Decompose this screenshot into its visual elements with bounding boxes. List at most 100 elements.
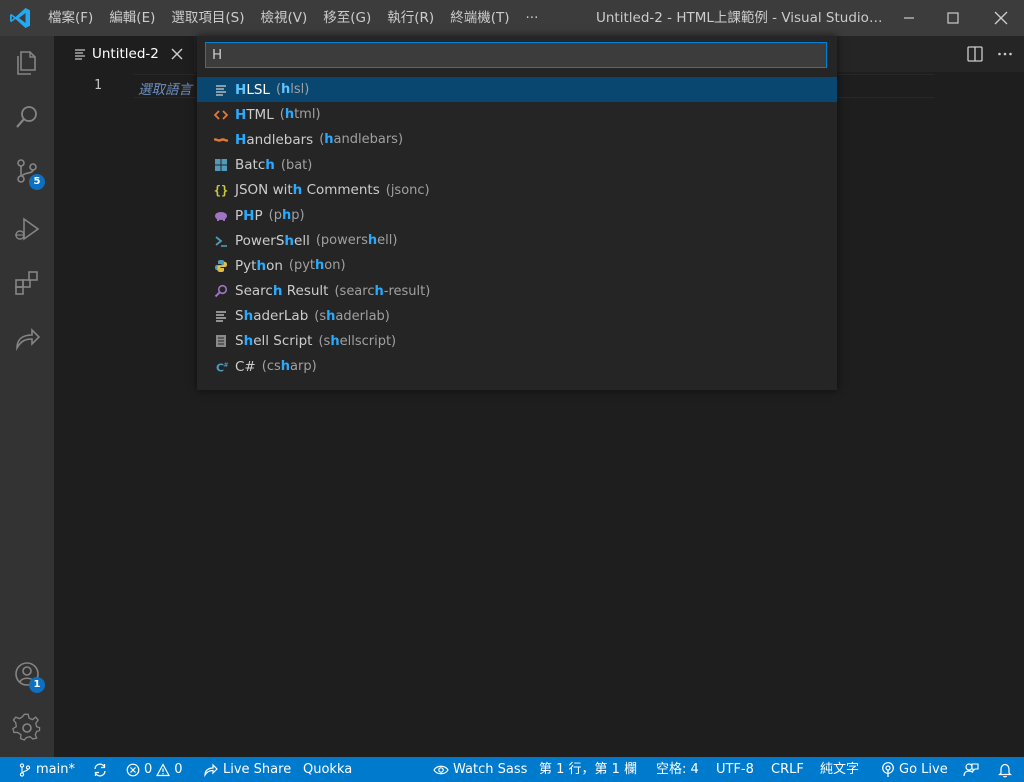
split-editor-icon[interactable] [967, 46, 983, 62]
menu-run[interactable]: 執行(R) [379, 0, 442, 36]
branch-status[interactable]: main* [18, 757, 75, 782]
editor-placeholder: 選取語言 [138, 82, 192, 98]
quick-pick-item[interactable]: HTML (html) [197, 102, 837, 127]
quick-pick-item-label: C# [235, 358, 256, 375]
watch-sass-status[interactable]: Watch Sass [433, 757, 527, 782]
maximize-button[interactable] [930, 0, 976, 36]
watch-sass-label: Watch Sass [453, 762, 528, 777]
quick-pick-item-label: Shell Script [235, 333, 313, 350]
run-debug-icon [15, 217, 40, 241]
sync-status[interactable] [92, 757, 112, 782]
problems-status[interactable]: 0 0 [126, 757, 183, 782]
tab-label: Untitled-2 [92, 46, 159, 62]
eol-status[interactable]: CRLF [771, 757, 804, 782]
error-icon [126, 763, 140, 776]
search-icon [16, 106, 37, 128]
quick-pick-item[interactable]: Handlebars (handlebars) [197, 127, 837, 152]
vscode-logo-icon [10, 8, 30, 28]
menu-edit[interactable]: 編輯(E) [101, 0, 163, 36]
run-debug-button[interactable] [0, 202, 54, 256]
live-share-button[interactable] [0, 312, 54, 366]
go-live-status[interactable]: Go Live [881, 757, 948, 782]
python-icon [213, 258, 229, 274]
terminal-file-icon [213, 333, 229, 349]
notifications-status[interactable] [998, 757, 1016, 782]
indentation-status[interactable]: 空格: 4 [656, 757, 699, 782]
csharp-icon: C# [213, 359, 229, 375]
close-icon [994, 11, 1008, 25]
minimize-button[interactable] [886, 0, 932, 36]
php-icon [213, 208, 229, 224]
live-share-status[interactable]: Live Share [203, 757, 291, 782]
eye-icon [433, 765, 449, 774]
search-button[interactable] [0, 90, 54, 144]
quick-pick-item-language-id: (python) [288, 258, 346, 274]
quokka-status[interactable]: Quokka [303, 757, 352, 782]
quick-pick-input[interactable] [205, 42, 827, 68]
encoding-status[interactable]: UTF-8 [716, 757, 754, 782]
title-bar: 檔案(F) 編輯(E) 選取項目(S) 檢視(V) 移至(G) 執行(R) 終端… [0, 0, 1024, 36]
close-tab-icon[interactable] [171, 48, 183, 60]
quick-pick-item-language-id: (shellscript) [318, 333, 397, 349]
menu-bar: 檔案(F) 編輯(E) 選取項目(S) 檢視(V) 移至(G) 執行(R) 終端… [40, 0, 546, 36]
more-actions-icon[interactable] [997, 46, 1013, 62]
close-window-button[interactable] [978, 0, 1024, 36]
indentation-label: 空格: 4 [656, 762, 699, 777]
html-icon [213, 107, 229, 123]
quick-pick-item-language-id: (csharp) [261, 359, 317, 375]
quick-pick-item-label: ShaderLab [235, 308, 309, 325]
language-quick-pick: HLSL (hlsl)HTML (html) Handlebars (handlebar… [197, 36, 837, 390]
scm-badge: 5 [29, 174, 45, 190]
menu-go[interactable]: 移至(G) [315, 0, 379, 36]
live-share-icon [204, 763, 218, 777]
eol-label: CRLF [771, 762, 804, 777]
feedback-icon [963, 762, 979, 776]
extensions-button[interactable] [0, 256, 54, 310]
quick-pick-item-label: HLSL [235, 81, 270, 98]
powershell-icon [213, 233, 229, 249]
branch-label: main* [36, 762, 75, 777]
quick-pick-item[interactable]: ShaderLab (shaderlab) [197, 304, 837, 329]
quick-pick-item-language-id: (php) [268, 208, 305, 224]
maximize-icon [947, 12, 959, 24]
quick-pick-item-label: Python [235, 257, 283, 274]
quick-pick-item[interactable]: Batch (bat) [197, 153, 837, 178]
cursor-position: 第 1 行，第 1 欄 [539, 762, 638, 777]
quick-pick-item-label: Batch [235, 157, 275, 174]
accounts-button[interactable]: 1 [0, 647, 54, 701]
quick-pick-item[interactable]: PowerShell (powershell) [197, 228, 837, 253]
encoding-label: UTF-8 [716, 762, 754, 777]
quick-pick-item-label: PowerShell [235, 232, 310, 249]
menu-more[interactable]: ··· [517, 0, 546, 36]
quick-pick-item-language-id: (bat) [280, 157, 313, 173]
warning-icon [156, 762, 171, 776]
manage-button[interactable] [0, 701, 54, 755]
activity-bar: 5 1 [0, 36, 54, 757]
braces-icon: {} [213, 182, 229, 198]
quick-pick-item-language-id: (search-result) [334, 283, 431, 299]
feedback-status[interactable] [963, 757, 983, 782]
quick-pick-item[interactable]: PHP (php) [197, 203, 837, 228]
quick-pick-item[interactable]: Search Result (search-result) [197, 279, 837, 304]
minimize-icon [904, 17, 914, 19]
source-control-button[interactable]: 5 [0, 144, 54, 198]
menu-terminal[interactable]: 終端機(T) [442, 0, 517, 36]
cursor-position-status[interactable]: 第 1 行，第 1 欄 [539, 757, 637, 782]
menu-view[interactable]: 檢視(V) [253, 0, 316, 36]
broadcast-icon [882, 761, 894, 777]
gear-icon [12, 713, 41, 741]
menu-selection[interactable]: 選取項目(S) [163, 0, 252, 36]
quick-pick-item[interactable]: Shell Script (shellscript) [197, 329, 837, 354]
quick-pick-item[interactable]: Python (python) [197, 253, 837, 278]
quick-pick-item[interactable]: HLSL (hlsl) [197, 77, 837, 103]
language-mode-status[interactable]: 純文字 [820, 757, 859, 782]
quick-pick-item[interactable]: {} JSON with Comments (jsonc) [197, 178, 837, 203]
quick-pick-item-label: Search Result [235, 283, 329, 300]
quick-pick-item[interactable]: C# C# (csharp) [197, 354, 837, 379]
explorer-button[interactable] [0, 36, 54, 90]
quick-pick-item-language-id: (jsonc) [385, 182, 430, 198]
search-result-icon [213, 283, 229, 299]
menu-file[interactable]: 檔案(F) [40, 0, 101, 36]
tab-untitled-2[interactable]: Untitled-2 [54, 36, 194, 72]
quokka-label: Quokka [303, 762, 353, 777]
